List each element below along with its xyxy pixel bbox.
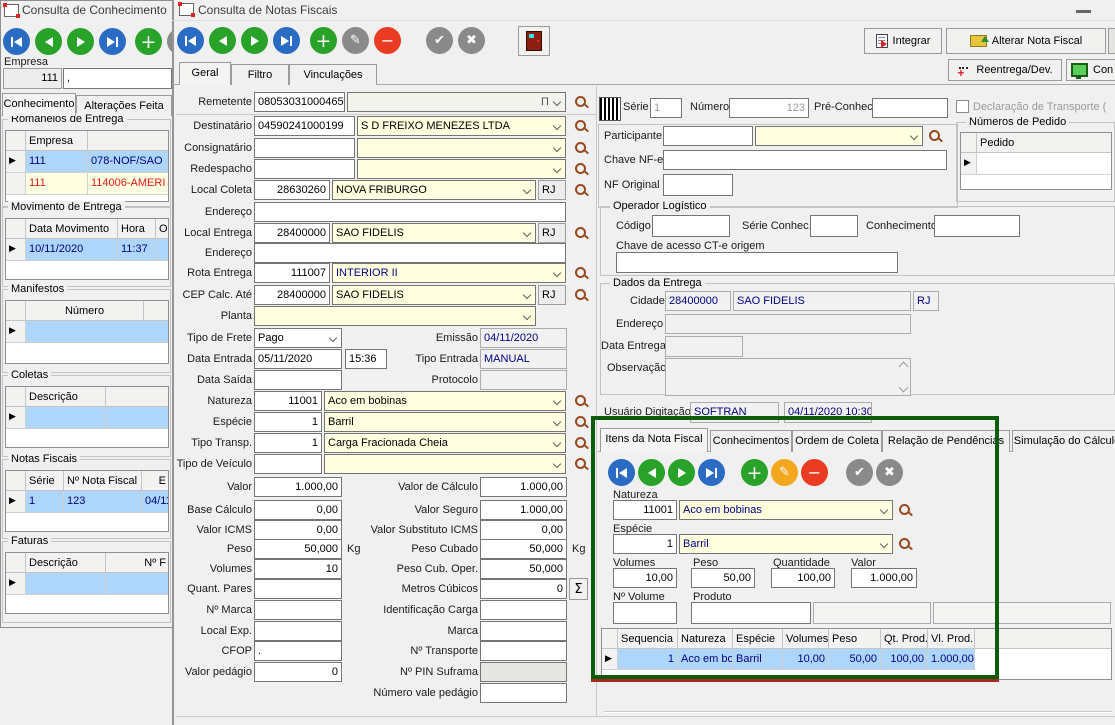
coletas-row1[interactable] (26, 407, 106, 429)
left-nav-prev-button[interactable] (35, 28, 62, 55)
movimento-col-obs: O (156, 219, 169, 239)
left-nav-last-button[interactable] (99, 28, 126, 55)
left-nav-next-button[interactable] (67, 28, 94, 55)
coletas-grid: Descrição ▶ (5, 386, 169, 448)
notas-row1-serie[interactable]: 1 (26, 491, 64, 513)
annotation-green-rectangle (591, 416, 999, 679)
faturas-col-numero: Nº F (106, 553, 169, 573)
row-indicator: ▶ (6, 239, 26, 261)
coletas-col-descricao: Descrição (26, 387, 106, 407)
manifestos-row1[interactable] (26, 321, 169, 343)
romaneios-col-empresa: Empresa (26, 131, 88, 151)
row-indicator: ▶ (6, 321, 26, 343)
movimento-col-hora: Hora (118, 219, 156, 239)
manifestos-grid: Número ▶ (5, 300, 169, 364)
tab-conhecimento[interactable]: Conhecimento (2, 93, 76, 116)
row-indicator: ▶ (6, 491, 26, 513)
notas-col-emissao: E (142, 471, 169, 491)
movimento-row1-hora[interactable]: 11:37 (118, 239, 156, 261)
romaneios-row2-desc[interactable]: 114006-AMERI (88, 173, 169, 195)
screen: Consulta de Conhecimento + ✎ Empresa 111… (0, 0, 1115, 725)
notas-col-serie: Série (26, 471, 64, 491)
empresa-code-field[interactable]: 111 (3, 68, 62, 89)
row-indicator: ▶ (6, 573, 26, 595)
movimento-row1-data[interactable]: 10/11/2020 (26, 239, 118, 261)
movimento-col-data: Data Movimento (26, 219, 118, 239)
notas-title: Notas Fiscais (8, 453, 80, 465)
manifestos-title: Manifestos (8, 283, 67, 295)
notas-col-numero: Nº Nota Fiscal (64, 471, 142, 491)
movimento-grid: Data Movimento Hora O ▶ 10/11/2020 11:37 (5, 218, 169, 280)
romaneios-row1-empresa[interactable]: 111 (26, 151, 88, 173)
faturas-title: Faturas (8, 535, 51, 547)
movimento-title: Movimento de Entrega (8, 201, 125, 213)
left-window-title: Consulta de Conhecimento (22, 4, 167, 17)
faturas-row1[interactable] (26, 573, 106, 595)
notas-row1-emissao[interactable]: 04/11 (142, 491, 169, 513)
manifestos-col-numero: Número (26, 301, 144, 321)
left-add-button[interactable]: + (135, 28, 162, 55)
faturas-col-descricao: Descrição (26, 553, 106, 573)
romaneios-row1-desc[interactable]: 078-NOF/SAO (88, 151, 169, 173)
row-indicator: ▶ (6, 151, 26, 173)
notas-row1-numero[interactable]: 123 (64, 491, 142, 513)
faturas-grid: Descrição Nº F ▶ (5, 552, 169, 614)
romaneios-row2-empresa[interactable]: 111 (26, 173, 88, 195)
row-indicator: ▶ (6, 407, 26, 429)
left-nav-first-button[interactable] (3, 28, 30, 55)
romaneios-grid: Empresa ▶ 111 078-NOF/SAO 111 114006-AME… (5, 130, 169, 202)
notas-grid: Série Nº Nota Fiscal E ▶ 1 123 04/11 (5, 470, 169, 532)
annotation-red-underline (591, 679, 999, 682)
empresa-name-field[interactable]: , (63, 68, 172, 89)
coletas-title: Coletas (8, 369, 51, 381)
app-icon (4, 4, 19, 17)
